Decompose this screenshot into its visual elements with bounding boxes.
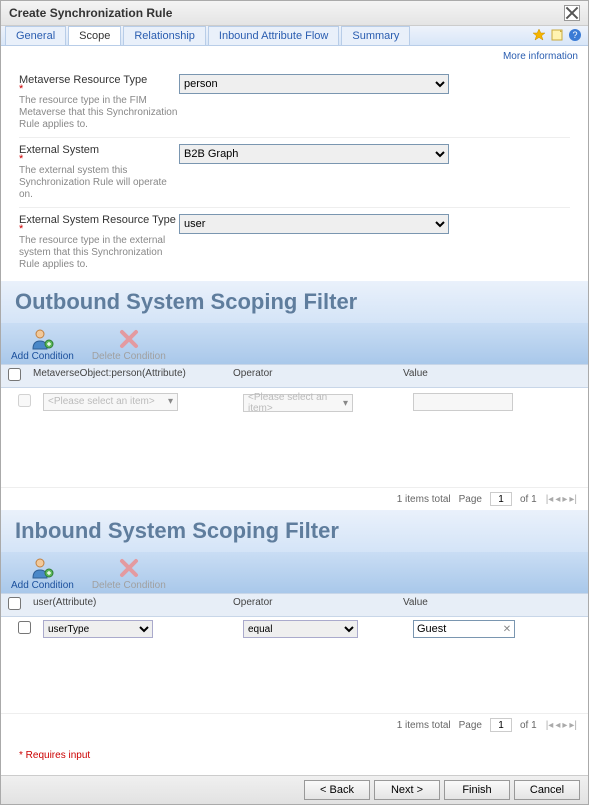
outbound-pager: 1 items total Page of 1 |◂◂▸▸| (1, 487, 588, 510)
inbound-add-condition-button[interactable]: Add Condition (11, 556, 74, 591)
form-area: Metaverse Resource Type * The resource t… (1, 62, 588, 281)
inbound-pager-nav: |◂◂▸▸| (545, 720, 578, 731)
inbound-col-val: Value (397, 594, 588, 616)
tab-summary[interactable]: Summary (341, 26, 410, 45)
external-type-select[interactable]: user (179, 214, 449, 234)
required-marker: * (19, 226, 179, 232)
more-info-row: More information (1, 46, 588, 62)
outbound-attr-select[interactable]: <Please select an item>▾ (43, 393, 178, 411)
outbound-col-attr: MetaverseObject:person(Attribute) (27, 365, 227, 387)
outbound-pager-nav: |◂◂▸▸| (545, 494, 578, 505)
inbound-filter-body: userType equal ✕ (1, 617, 588, 713)
inbound-filter-row: userType equal ✕ (11, 617, 578, 641)
inbound-items-total: 1 items total (397, 720, 451, 731)
inbound-page-of: of 1 (520, 720, 537, 731)
back-button[interactable]: < Back (304, 780, 370, 800)
outbound-val-input (413, 393, 513, 411)
delete-x-icon (117, 327, 141, 351)
person-plus-icon (30, 556, 54, 580)
outbound-items-total: 1 items total (397, 494, 451, 505)
last-page-icon[interactable]: ▸| (568, 720, 578, 731)
star-icon[interactable] (532, 28, 546, 42)
row-external-type: External System Resource Type * The reso… (19, 207, 570, 277)
close-icon (565, 6, 579, 20)
dialog: Create Synchronization Rule General Scop… (0, 0, 589, 805)
last-page-icon[interactable]: ▸| (568, 494, 578, 505)
outbound-col-val: Value (397, 365, 588, 387)
inbound-title: Inbound System Scoping Filter (15, 518, 574, 544)
tab-general[interactable]: General (5, 26, 66, 45)
label-external-system: External System * The external system th… (19, 144, 179, 201)
svg-text:?: ? (572, 30, 577, 40)
inbound-col-attr: user(Attribute) (27, 594, 227, 616)
inbound-op-select[interactable]: equal (243, 620, 358, 638)
note-icon[interactable] (550, 28, 564, 42)
outbound-section-header: Outbound System Scoping Filter (1, 281, 588, 323)
titlebar: Create Synchronization Rule (1, 1, 588, 26)
tab-scope[interactable]: Scope (68, 26, 121, 45)
outbound-op-select[interactable]: <Please select an item>▾ (243, 394, 353, 412)
inbound-select-all-checkbox[interactable] (8, 597, 21, 610)
person-plus-icon (30, 327, 54, 351)
outbound-select-all-checkbox[interactable] (8, 368, 21, 381)
next-button[interactable]: Next > (374, 780, 440, 800)
dialog-title: Create Synchronization Rule (9, 6, 172, 20)
inbound-pager: 1 items total Page of 1 |◂◂▸▸| (1, 713, 588, 736)
outbound-title: Outbound System Scoping Filter (15, 289, 574, 315)
inbound-page-label: Page (459, 720, 482, 731)
outbound-filter-row: <Please select an item>▾ <Please select … (11, 388, 578, 415)
delete-x-icon (117, 556, 141, 580)
first-page-icon[interactable]: |◂ (545, 720, 555, 731)
first-page-icon[interactable]: |◂ (545, 494, 555, 505)
row-external-system: External System * The external system th… (19, 137, 570, 207)
external-system-select[interactable]: B2B Graph (179, 144, 449, 164)
required-note: * Requires input (1, 736, 588, 775)
clear-value-icon[interactable]: ✕ (500, 624, 514, 635)
inbound-delete-condition-button[interactable]: Delete Condition (92, 556, 166, 591)
inbound-val-wrap: ✕ (413, 620, 515, 638)
finish-button[interactable]: Finish (444, 780, 510, 800)
outbound-row-checkbox (18, 394, 31, 407)
inbound-val-input[interactable] (414, 621, 500, 637)
tab-relationship[interactable]: Relationship (123, 26, 206, 45)
outbound-page-input[interactable] (490, 492, 512, 506)
required-marker: * (19, 156, 179, 162)
row-metaverse-type: Metaverse Resource Type * The resource t… (19, 68, 570, 137)
metaverse-type-select[interactable]: person (179, 74, 449, 94)
inbound-page-input[interactable] (490, 718, 512, 732)
outbound-filter-body: <Please select an item>▾ <Please select … (1, 388, 588, 487)
inbound-attr-select[interactable]: userType (43, 620, 153, 638)
outbound-filter-header: MetaverseObject:person(Attribute) Operat… (1, 364, 588, 388)
tab-inbound-attribute-flow[interactable]: Inbound Attribute Flow (208, 26, 339, 45)
required-marker: * (19, 86, 179, 92)
inbound-filter-header: user(Attribute) Operator Value (1, 593, 588, 617)
outbound-add-condition-button[interactable]: Add Condition (11, 327, 74, 362)
label-metaverse-type: Metaverse Resource Type * The resource t… (19, 74, 179, 131)
outbound-col-op: Operator (227, 365, 397, 387)
close-button[interactable] (564, 5, 580, 21)
more-info-link[interactable]: More information (503, 51, 578, 62)
help-icon[interactable]: ? (568, 28, 582, 42)
cancel-button[interactable]: Cancel (514, 780, 580, 800)
outbound-page-label: Page (459, 494, 482, 505)
inbound-row-checkbox[interactable] (18, 621, 31, 634)
outbound-delete-condition-button[interactable]: Delete Condition (92, 327, 166, 362)
tabbar-actions: ? (532, 28, 582, 42)
inbound-col-op: Operator (227, 594, 397, 616)
tabbar: General Scope Relationship Inbound Attri… (1, 26, 588, 46)
dialog-footer: < Back Next > Finish Cancel (1, 775, 588, 804)
inbound-toolbar: Add Condition Delete Condition (1, 552, 588, 593)
label-external-type: External System Resource Type * The reso… (19, 214, 179, 271)
outbound-page-of: of 1 (520, 494, 537, 505)
inbound-section-header: Inbound System Scoping Filter (1, 510, 588, 552)
outbound-toolbar: Add Condition Delete Condition (1, 323, 588, 364)
